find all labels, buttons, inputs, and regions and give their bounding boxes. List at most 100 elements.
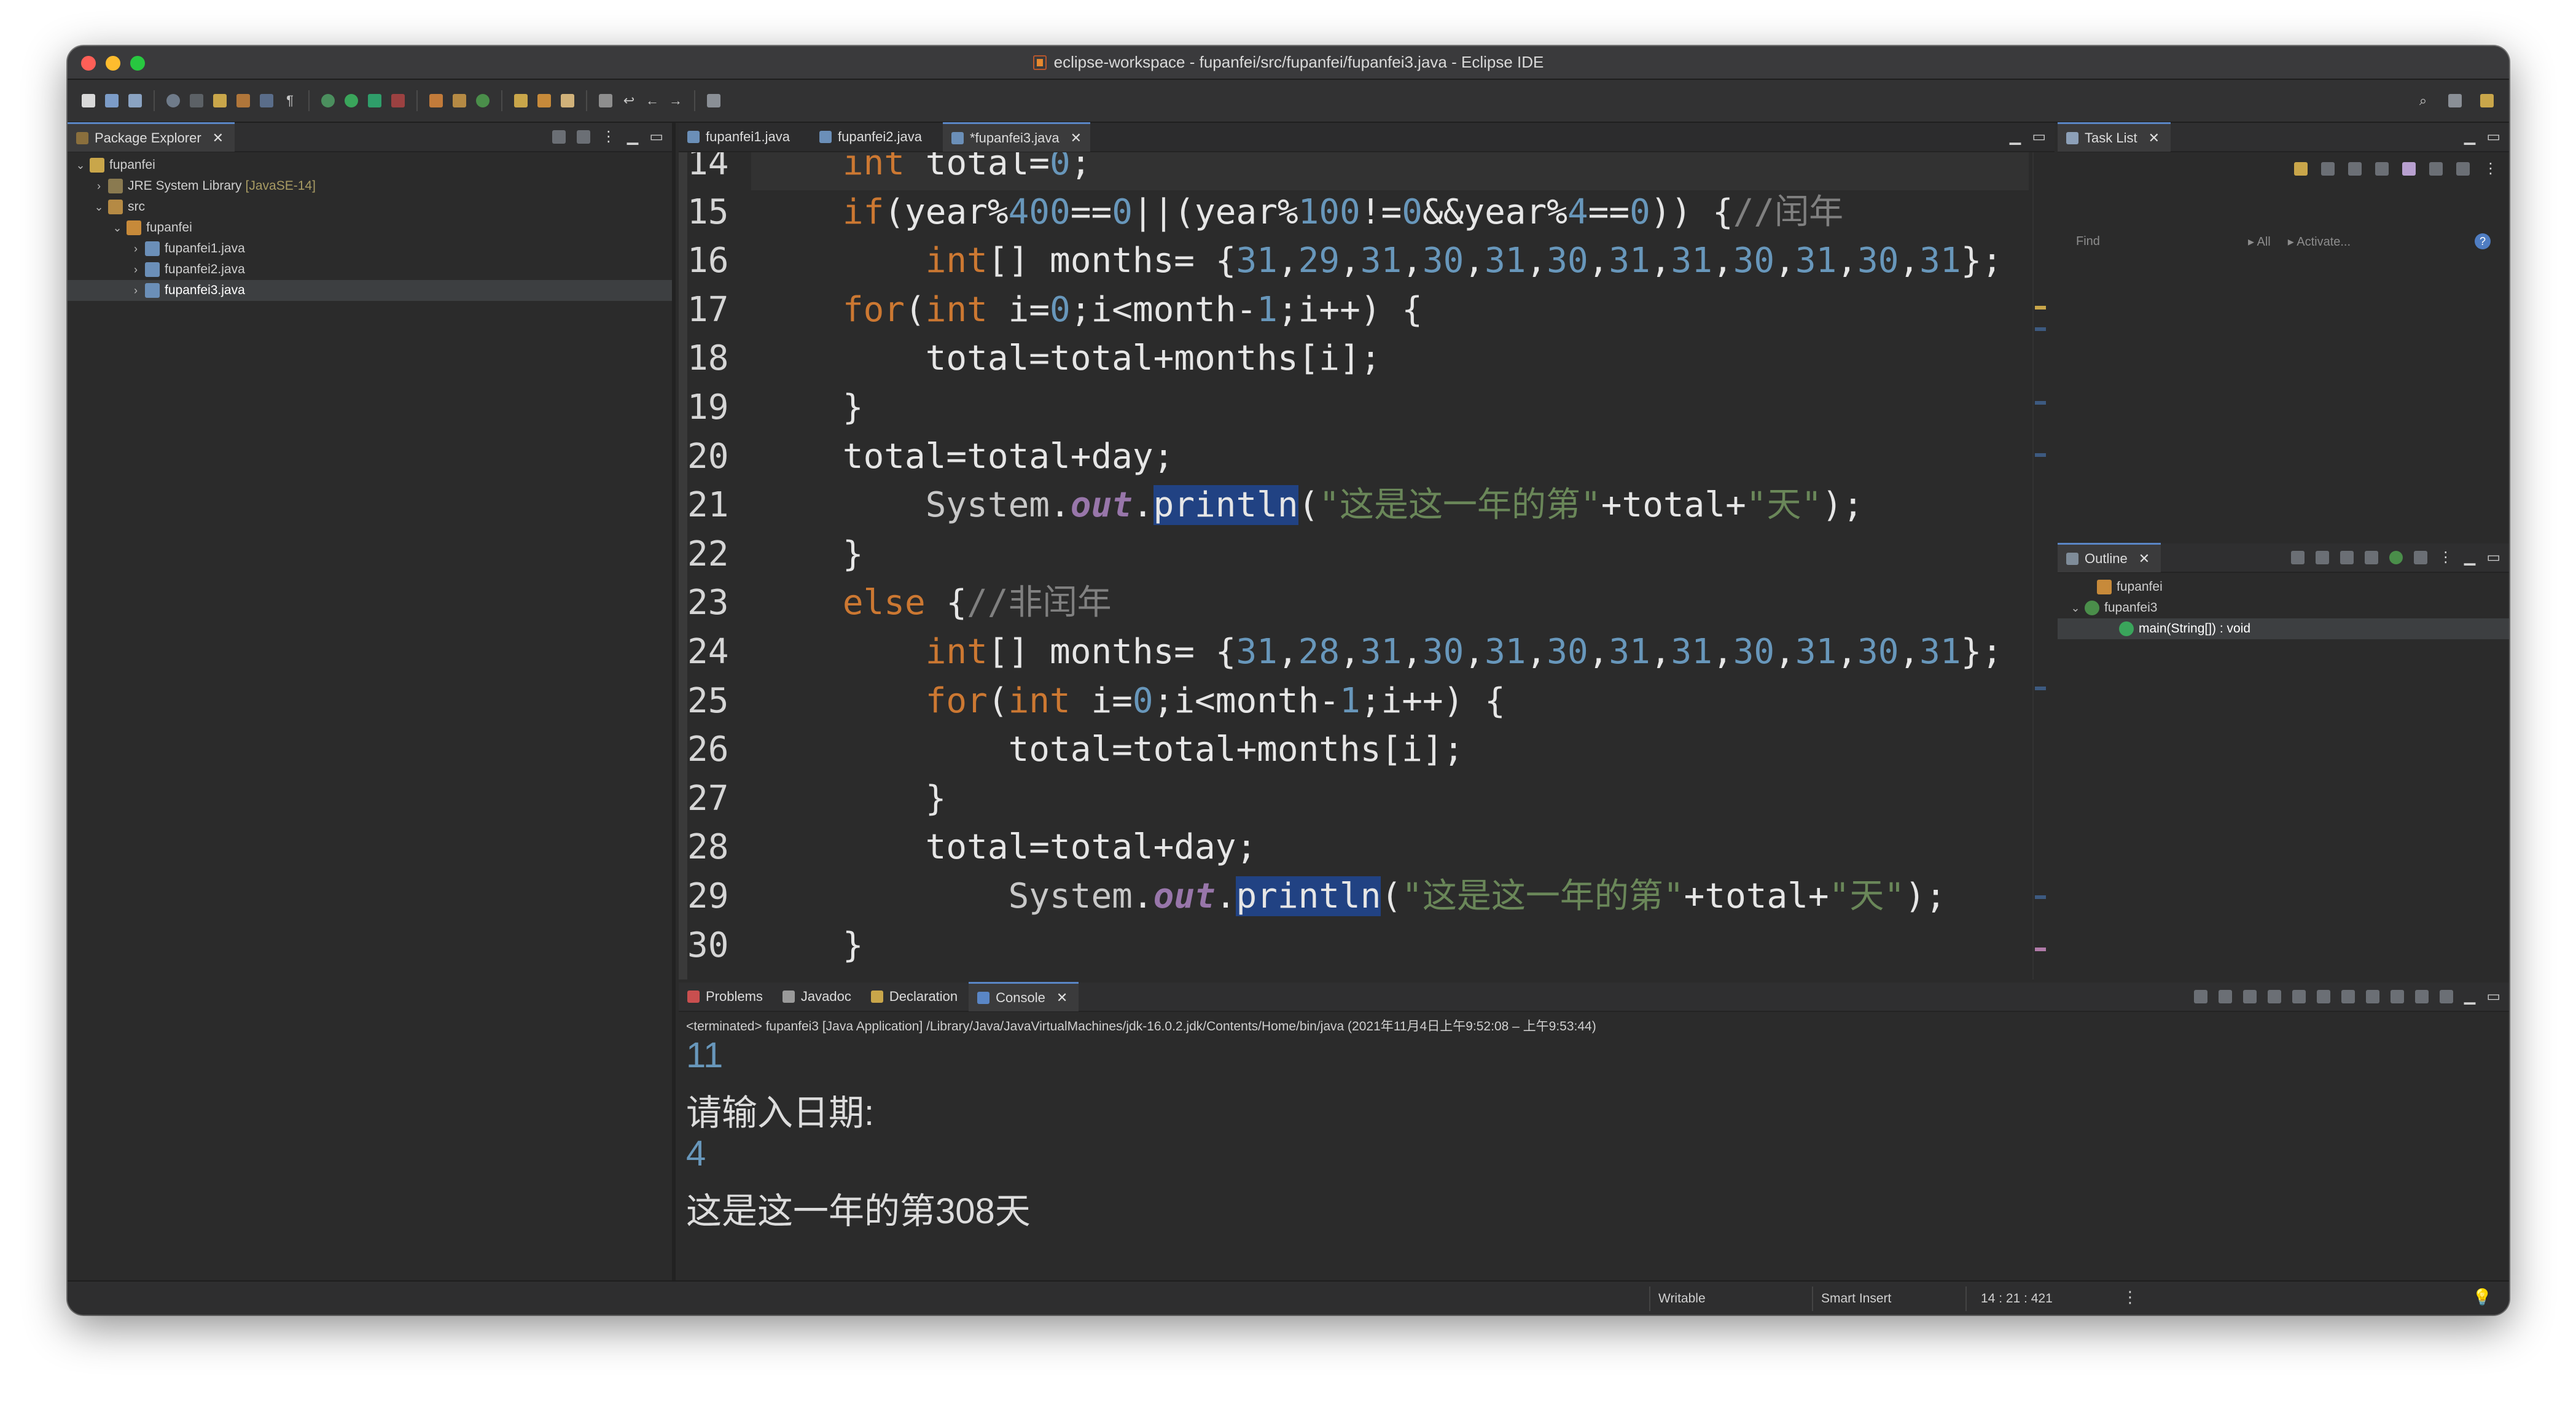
run-icon[interactable] <box>342 91 361 111</box>
back-icon[interactable]: ← <box>642 91 662 111</box>
code-line[interactable]: } <box>760 774 946 823</box>
expand-toggle-icon[interactable]: › <box>130 263 141 276</box>
display-console-icon[interactable] <box>2414 989 2429 1003</box>
word-wrap-icon[interactable] <box>2316 989 2330 1003</box>
minimize-icon[interactable]: ▁ <box>2464 128 2475 146</box>
toggle-mark-icon[interactable] <box>210 91 230 111</box>
open-type-icon[interactable] <box>511 91 531 111</box>
tab-package-explorer[interactable]: Package Explorer ✕ <box>68 122 235 152</box>
code-line[interactable]: for(int i=0;i<month-1;i++) { <box>760 286 1423 335</box>
terminate-icon[interactable] <box>2193 989 2207 1003</box>
overview-mark[interactable] <box>2035 306 2046 309</box>
expand-toggle-icon[interactable]: ⌄ <box>112 222 123 235</box>
tip-icon[interactable]: 💡 <box>2472 1288 2492 1307</box>
block-selection-icon[interactable] <box>233 91 253 111</box>
focus-icon[interactable] <box>2429 162 2443 176</box>
new-task-icon[interactable] <box>2294 162 2308 176</box>
maximize-icon[interactable]: ▭ <box>649 128 663 146</box>
next-annotation-icon[interactable] <box>596 91 615 111</box>
expand-toggle-icon[interactable]: ⌄ <box>75 159 86 172</box>
code-line[interactable]: total=total+day; <box>760 823 1257 872</box>
code-line[interactable]: if(year%400==0||(year%100!=0&&year%4==0)… <box>760 188 1843 237</box>
overview-mark[interactable] <box>2035 453 2046 457</box>
hide-non-public-icon[interactable] <box>2389 550 2403 564</box>
tree-item[interactable]: › fupanfei3.java <box>68 280 672 301</box>
overview-mark[interactable] <box>2035 687 2046 690</box>
synchronize-icon[interactable] <box>2456 162 2470 176</box>
code-line[interactable]: total=total+day; <box>760 432 1174 481</box>
overview-mark[interactable] <box>2035 948 2046 951</box>
hide-completed-icon[interactable] <box>2375 162 2389 176</box>
tree-item[interactable]: ⌄ fupanfei <box>68 155 672 176</box>
expand-toggle-icon[interactable]: › <box>130 243 141 255</box>
code-line[interactable]: } <box>760 530 864 579</box>
close-icon[interactable]: ✕ <box>1071 130 1082 146</box>
pin-console-icon[interactable] <box>2390 989 2404 1003</box>
expand-toggle-icon[interactable]: › <box>130 284 141 297</box>
show-on-output-icon[interactable] <box>2341 989 2355 1003</box>
link-with-editor-icon[interactable] <box>576 130 590 144</box>
terminal-icon[interactable] <box>187 91 206 111</box>
minimize-icon[interactable]: ▁ <box>627 128 638 146</box>
view-menu-icon[interactable]: ⋮ <box>601 128 616 146</box>
activate-link[interactable]: ▸ Activate... <box>2288 234 2351 249</box>
close-icon[interactable]: ✕ <box>2149 130 2160 146</box>
close-icon[interactable]: ✕ <box>213 130 224 146</box>
status-menu-icon[interactable]: ⋮ <box>2122 1288 2138 1307</box>
last-edit-icon[interactable]: ↩ <box>619 91 639 111</box>
hide-local-types-icon[interactable] <box>2413 550 2427 564</box>
overview-mark[interactable] <box>2035 401 2046 405</box>
minimize-icon[interactable]: ▁ <box>2464 548 2475 566</box>
skip-breakpoints-icon[interactable] <box>163 91 183 111</box>
search-tool-icon[interactable] <box>558 91 577 111</box>
show-whitespace-icon[interactable]: ¶ <box>280 91 300 111</box>
find-input[interactable]: Find <box>2076 235 2236 249</box>
overview-mark[interactable] <box>2035 327 2046 331</box>
new-package-icon[interactable] <box>450 91 469 111</box>
code-line[interactable]: total=total+months[i]; <box>760 334 1381 383</box>
hide-static-icon[interactable] <box>2364 550 2378 564</box>
help-icon[interactable]: ? <box>2475 233 2491 249</box>
code-line[interactable]: else {//非闰年 <box>760 578 1112 628</box>
code-line[interactable]: System.out.println("这是这一年的第"+total+"天"); <box>760 872 1946 921</box>
expand-toggle-icon[interactable]: › <box>93 180 104 193</box>
tree-item[interactable]: ⌄ src <box>68 197 672 217</box>
bottom-tab[interactable]: Javadoc <box>774 982 862 1011</box>
tab-outline[interactable]: Outline ✕ <box>2058 543 2161 572</box>
forward-icon[interactable]: → <box>666 91 685 111</box>
view-menu-icon[interactable]: ⋮ <box>2438 548 2453 566</box>
remove-launch-icon[interactable] <box>2218 989 2232 1003</box>
scroll-lock-icon[interactable] <box>2292 989 2306 1003</box>
new-icon[interactable] <box>79 91 98 111</box>
code-line[interactable]: System.out.println("这是这一年的第"+total+"天"); <box>760 481 1864 530</box>
new-java-project-icon[interactable] <box>426 91 446 111</box>
coverage-icon[interactable] <box>365 91 384 111</box>
close-icon[interactable]: ✕ <box>1056 990 1067 1006</box>
minimize-icon[interactable]: ▁ <box>2464 987 2475 1005</box>
tab-task-list[interactable]: Task List ✕ <box>2058 122 2171 152</box>
code-line[interactable]: int total=0; <box>760 152 1091 188</box>
editor-tab[interactable]: fupanfei2.java <box>811 122 943 152</box>
maximize-icon[interactable]: ▭ <box>2486 548 2500 566</box>
save-icon[interactable] <box>102 91 122 111</box>
code-line[interactable]: } <box>760 383 864 432</box>
java-perspective-icon[interactable] <box>2477 91 2497 111</box>
tree-item[interactable]: › fupanfei2.java <box>68 259 672 280</box>
overview-ruler[interactable] <box>2032 152 2055 979</box>
code-line[interactable]: } <box>760 921 864 970</box>
tree-item[interactable]: › fupanfei1.java <box>68 238 672 259</box>
code-editor[interactable]: 14 int total=0; 15 if(year%400==0||(year%… <box>679 152 2055 979</box>
categorized-icon[interactable] <box>2321 162 2335 176</box>
code-line[interactable]: int[] months= {31,29,31,30,31,30,31,31,3… <box>760 236 2002 286</box>
tree-item[interactable]: ⌄ fupanfei <box>68 217 672 238</box>
collapse-all-icon[interactable] <box>2402 162 2416 176</box>
outline-item[interactable]: fupanfei <box>2058 577 2509 597</box>
code-line[interactable]: int[] months= {31,28,31,30,31,30,31,31,3… <box>760 628 2002 677</box>
hide-fields-icon[interactable] <box>2340 550 2354 564</box>
clear-console-icon[interactable] <box>2267 989 2281 1003</box>
editor-tab[interactable]: *fupanfei3.java ✕ <box>943 122 1090 152</box>
bottom-tab[interactable]: Problems <box>679 982 774 1011</box>
pin-editor-icon[interactable] <box>704 91 724 111</box>
show-on-error-icon[interactable] <box>2365 989 2379 1003</box>
bottom-tab[interactable]: Declaration <box>862 982 969 1011</box>
